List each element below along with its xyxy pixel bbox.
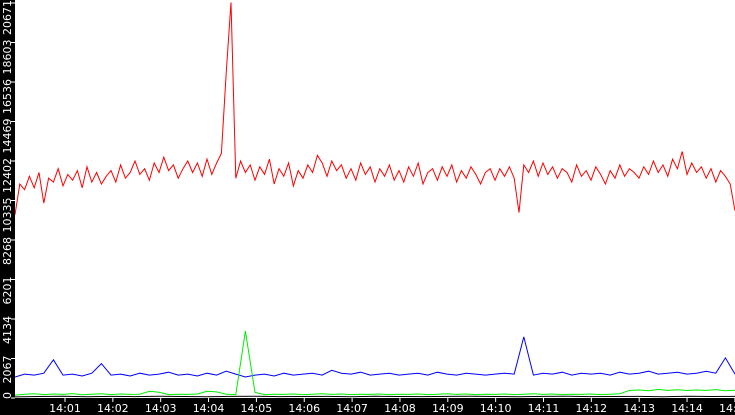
x-tick-label: 14:12	[575, 402, 607, 415]
y-tick-label: 12402	[1, 158, 14, 193]
y-tick-label: 8268	[1, 237, 14, 265]
y-tick-label: 6201	[1, 277, 14, 305]
x-tick-label: 14:14	[671, 402, 703, 415]
x-tick-label: 14:10	[480, 402, 512, 415]
x-tick-label: 14:09	[432, 402, 464, 415]
line-chart: 0 2067 4134 6201 8268 10335 12402 14469 16536 186…	[0, 0, 735, 415]
x-tick-label: 14:13	[623, 402, 655, 415]
y-tick-label: 16536	[1, 79, 14, 114]
y-tick-label: 18603	[1, 40, 14, 75]
y-tick-label: 2067	[1, 356, 14, 384]
x-tick-label: 14:05	[241, 402, 273, 415]
x-tick-label: 14:07	[336, 402, 368, 415]
x-tick-label: 14:15	[719, 402, 735, 415]
x-tick-label: 14:03	[145, 402, 177, 415]
x-tick-label: 14:08	[384, 402, 416, 415]
y-tick-label: 20671	[1, 0, 14, 35]
x-tick-label: 14:04	[193, 402, 225, 415]
y-tick-label: 4134	[1, 316, 14, 344]
y-tick-label: 10335	[1, 198, 14, 233]
y-tick-label: 0	[1, 392, 14, 399]
y-tick-label: 14469	[1, 119, 14, 154]
x-tick-label: 14:11	[528, 402, 560, 415]
x-tick-label: 14:02	[97, 402, 129, 415]
y-axis: 0 2067 4134 6201 8268 10335 12402 14469 16536 186…	[1, 0, 15, 399]
x-tick-label: 14:01	[49, 402, 81, 415]
x-tick-label: 14:06	[288, 402, 320, 415]
plot-area	[15, 0, 735, 398]
